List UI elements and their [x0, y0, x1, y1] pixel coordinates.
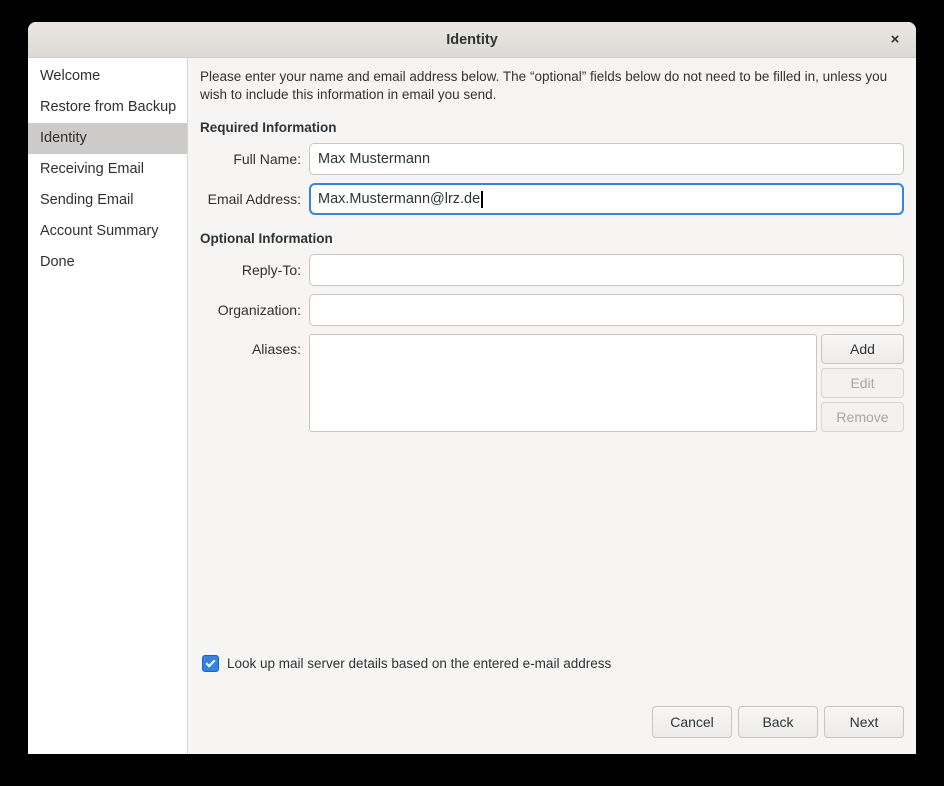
full-name-input[interactable] [309, 143, 904, 175]
optional-information-header: Optional Information [200, 231, 904, 246]
email-address-value: Max.Mustermann@lrz.de [318, 191, 480, 207]
identity-wizard-window: Identity × Welcome Restore from Backup I… [28, 22, 916, 754]
remove-alias-button: Remove [821, 402, 904, 432]
main-area: Welcome Restore from Backup Identity Rec… [28, 58, 916, 754]
email-address-row: Email Address: Max.Mustermann@lrz.de [200, 183, 904, 215]
aliases-list[interactable] [309, 334, 817, 432]
aliases-row: Aliases: Add Edit Remove [200, 334, 904, 432]
sidebar-item-account-summary[interactable]: Account Summary [28, 216, 187, 247]
identity-page-content: Please enter your name and email address… [188, 58, 916, 754]
reply-to-label: Reply-To: [200, 262, 309, 278]
add-alias-button[interactable]: Add [821, 334, 904, 364]
sidebar-item-sending-email[interactable]: Sending Email [28, 185, 187, 216]
close-icon[interactable]: × [882, 27, 908, 53]
back-button[interactable]: Back [738, 706, 818, 738]
intro-text: Please enter your name and email address… [200, 68, 904, 104]
required-information-header: Required Information [200, 120, 904, 135]
checkmark-icon [206, 658, 216, 668]
sidebar-item-done[interactable]: Done [28, 247, 187, 278]
email-address-input[interactable]: Max.Mustermann@lrz.de [309, 183, 904, 215]
aliases-label: Aliases: [200, 334, 309, 357]
full-name-row: Full Name: [200, 143, 904, 175]
full-name-label: Full Name: [200, 151, 309, 167]
cancel-button[interactable]: Cancel [652, 706, 732, 738]
wizard-steps-sidebar: Welcome Restore from Backup Identity Rec… [28, 58, 188, 754]
reply-to-input[interactable] [309, 254, 904, 286]
sidebar-item-welcome[interactable]: Welcome [28, 61, 187, 92]
titlebar: Identity × [28, 22, 916, 58]
lookup-checkbox-row: Look up mail server details based on the… [202, 655, 904, 672]
sidebar-item-restore-from-backup[interactable]: Restore from Backup [28, 92, 187, 123]
organization-row: Organization: [200, 294, 904, 326]
window-title: Identity [446, 32, 498, 48]
lookup-checkbox-label[interactable]: Look up mail server details based on the… [227, 656, 611, 671]
edit-alias-button: Edit [821, 368, 904, 398]
next-button[interactable]: Next [824, 706, 904, 738]
flex-spacer [200, 440, 904, 655]
text-caret [481, 191, 483, 208]
organization-input[interactable] [309, 294, 904, 326]
aliases-buttons: Add Edit Remove [821, 334, 904, 432]
sidebar-item-receiving-email[interactable]: Receiving Email [28, 154, 187, 185]
footer-buttons: Cancel Back Next [200, 706, 904, 738]
organization-label: Organization: [200, 302, 309, 318]
reply-to-row: Reply-To: [200, 254, 904, 286]
sidebar-item-identity[interactable]: Identity [28, 123, 187, 154]
email-address-label: Email Address: [200, 191, 309, 207]
lookup-checkbox[interactable] [202, 655, 219, 672]
